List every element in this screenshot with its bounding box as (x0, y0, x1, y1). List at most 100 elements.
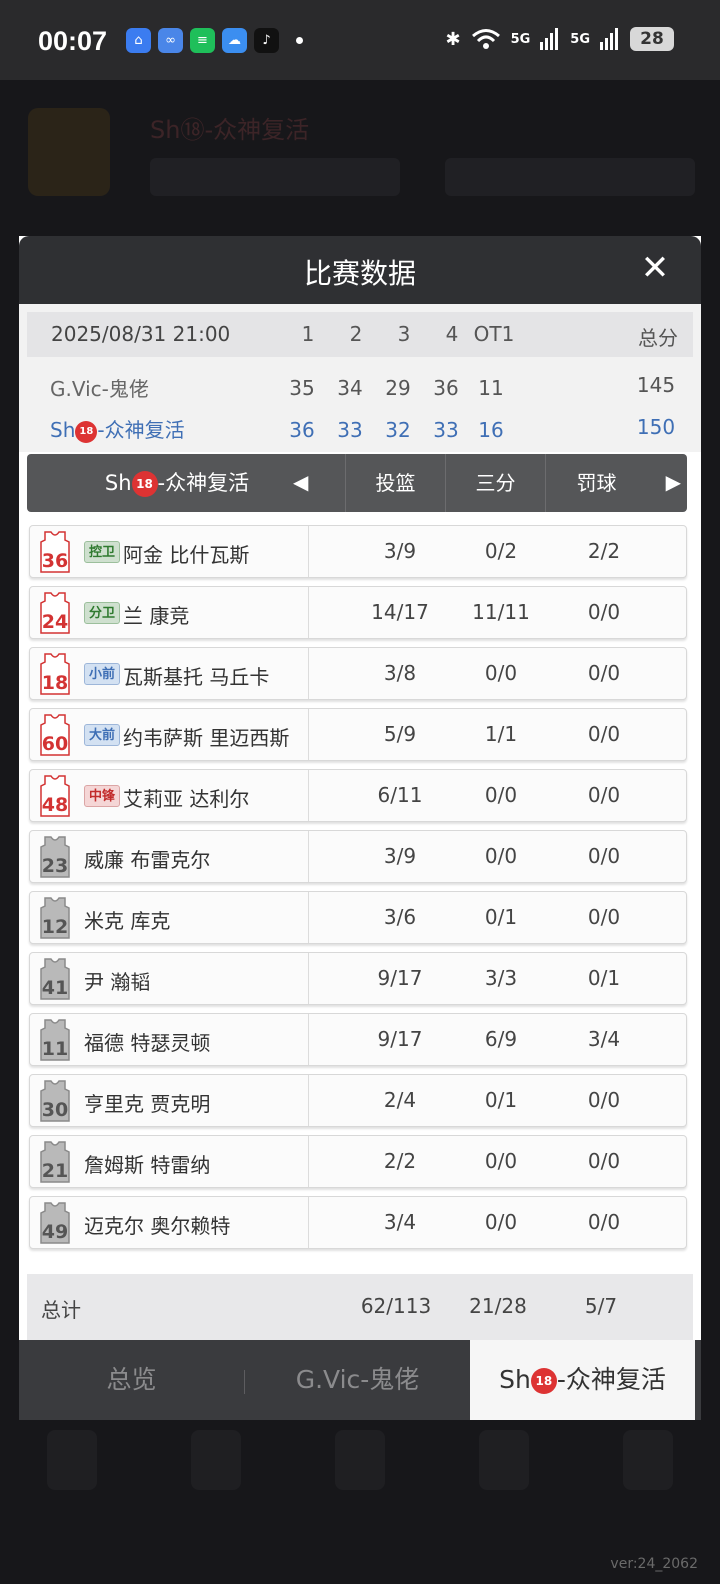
jersey-icon: 18 (40, 653, 70, 695)
position-badge: 控卫 (84, 541, 120, 563)
q1-header: 1 (301, 322, 315, 346)
stat-ft: 0/0 (587, 1088, 621, 1112)
age-badge-icon: 18 (75, 420, 98, 443)
jersey-icon: 11 (40, 1019, 70, 1061)
modal-header: 比赛数据 ✕ (19, 236, 701, 304)
total-three: 21/28 (469, 1294, 527, 1318)
stat-three: 11/11 (472, 600, 530, 624)
player-row[interactable]: 23 威廉 布雷克尔 3/9 0/0 0/0 (29, 830, 687, 883)
tab-team-gvic[interactable]: G.Vic-鬼佬 (245, 1340, 470, 1420)
stat-fg: 9/17 (377, 1027, 423, 1051)
stat-three: 0/0 (484, 1149, 518, 1173)
scroll-right-icon[interactable]: ▶ (666, 470, 681, 494)
status-bar: 00:07 ⌂ ∞ ≡ ☁ ♪ ✱ 5G 5G 28 (0, 0, 720, 80)
age-badge-icon: 18 (530, 1368, 557, 1394)
jersey-number: 18 (42, 672, 68, 694)
player-row[interactable]: 60 大前 约韦萨斯 里迈西斯 5/9 1/1 0/0 (29, 708, 687, 761)
team-logo (28, 108, 110, 196)
player-row[interactable]: 12 米克 库克 3/6 0/1 0/0 (29, 891, 687, 944)
stat-three: 6/9 (484, 1027, 518, 1051)
background-team-name: Sh⑱-众神复活 (150, 116, 310, 144)
jersey-number: 49 (42, 1221, 68, 1243)
row-divider (308, 953, 309, 1004)
column-ft[interactable]: 罚球 (545, 454, 647, 512)
score-header: 2025/08/31 21:00 1 2 3 4 OT1 总分 (27, 312, 693, 357)
player-name: 米克 库克 (84, 909, 171, 933)
player-name: 威廉 布雷克尔 (84, 848, 211, 872)
jersey-icon: 30 (40, 1080, 70, 1122)
position-badge: 小前 (84, 663, 120, 685)
row-divider (308, 1014, 309, 1065)
position-badge: 分卫 (84, 602, 120, 624)
stat-fg: 2/2 (383, 1149, 417, 1173)
player-name: 兰 康竞 (123, 604, 190, 628)
player-row[interactable]: 49 迈克尔 奥尔赖特 3/4 0/0 0/0 (29, 1196, 687, 1249)
total-fg: 62/113 (360, 1294, 432, 1318)
column-three[interactable]: 三分 (445, 454, 545, 512)
player-row[interactable]: 24 分卫兰 康竞 14/17 11/11 0/0 (29, 586, 687, 639)
stat-ft: 0/1 (587, 966, 621, 990)
row-divider (308, 648, 309, 699)
stat-fg: 9/17 (377, 966, 423, 990)
team-name-suffix: -众神复活 (157, 471, 250, 495)
stat-ft: 0/0 (587, 783, 621, 807)
clock: 00:07 (38, 26, 108, 56)
jersey-icon: 24 (40, 592, 70, 634)
scroll-left-icon[interactable]: ◀ (293, 470, 308, 494)
player-row[interactable]: 18 小前 瓦斯基托 马丘卡 3/8 0/0 0/0 (29, 647, 687, 700)
row-divider (308, 892, 309, 943)
jersey-icon: 41 (40, 958, 70, 1000)
stat-fg: 5/9 (383, 722, 417, 746)
battery-icon: 28 (630, 27, 674, 51)
q1-score: 35 (289, 376, 315, 400)
player-row[interactable]: 48 中锋 艾莉亚 达利尔 6/11 0/0 0/0 (29, 769, 687, 822)
tab-label-suffix: -众神复活 (556, 1365, 666, 1394)
stat-three: 0/0 (484, 661, 518, 685)
signal-icon (540, 28, 559, 50)
player-row[interactable]: 41 尹 瀚韬 9/17 3/3 0/1 (29, 952, 687, 1005)
background-pill-2 (445, 158, 695, 196)
jersey-icon: 23 (40, 836, 70, 878)
age-badge-icon: 18 (131, 471, 158, 497)
player-row[interactable]: 21 詹姆斯 特雷纳 2/2 0/0 0/0 (29, 1135, 687, 1188)
row-divider (308, 709, 309, 760)
signal-icon-2 (600, 28, 618, 50)
stat-ft: 0/0 (587, 905, 621, 929)
stat-ft: 0/0 (587, 600, 621, 624)
stat-ft: 2/2 (587, 539, 621, 563)
q3-score: 29 (385, 376, 411, 400)
player-row[interactable]: 36 控卫 阿金 比什瓦斯 3/9 0/2 2/2 (29, 525, 687, 578)
player-name: 亨里克 贾克明 (84, 1092, 211, 1116)
team-selector[interactable]: Sh 18 -众神复活 (47, 454, 307, 512)
tab-label-prefix: Sh (499, 1365, 531, 1394)
stat-three: 3/3 (484, 966, 518, 990)
q2-header: 2 (349, 322, 363, 346)
stat-fg: 6/11 (377, 783, 423, 807)
ot-header: OT1 (473, 322, 515, 346)
total-row: 总计 62/113 21/28 5/7 (27, 1274, 693, 1340)
stat-fg: 3/9 (383, 539, 417, 563)
team-name-suffix: -众神复活 (97, 418, 185, 442)
close-icon[interactable]: ✕ (635, 248, 675, 288)
nav-icon (623, 1430, 673, 1490)
bluetooth-icon: ✱ (445, 28, 461, 50)
player-row[interactable]: 11 福德 特瑟灵顿 9/17 6/9 3/4 (29, 1013, 687, 1066)
stat-ft: 0/0 (587, 844, 621, 868)
q4-score: 33 (433, 418, 459, 442)
wifi-icon (471, 29, 500, 49)
total-header: 总分 (638, 326, 678, 350)
tab-team-sh18[interactable]: Sh 18 -众神复活 (470, 1340, 695, 1420)
stat-ft: 0/0 (587, 722, 621, 746)
column-fg[interactable]: 投篮 (345, 454, 445, 512)
tab-overview[interactable]: 总览 (19, 1340, 244, 1420)
cloud-app-icon: ∞ (158, 28, 183, 53)
row-divider (308, 526, 309, 577)
row-divider (308, 587, 309, 638)
nav-icon (335, 1430, 385, 1490)
ot-score: 16 (478, 418, 504, 442)
player-row[interactable]: 30 亨里克 贾克明 2/4 0/1 0/0 (29, 1074, 687, 1127)
notification-icons: ⌂ ∞ ≡ ☁ ♪ (126, 28, 303, 53)
position-badge: 大前 (84, 724, 120, 746)
stat-ft: 0/0 (587, 1149, 621, 1173)
network-5g-label-2: 5G (570, 31, 590, 47)
